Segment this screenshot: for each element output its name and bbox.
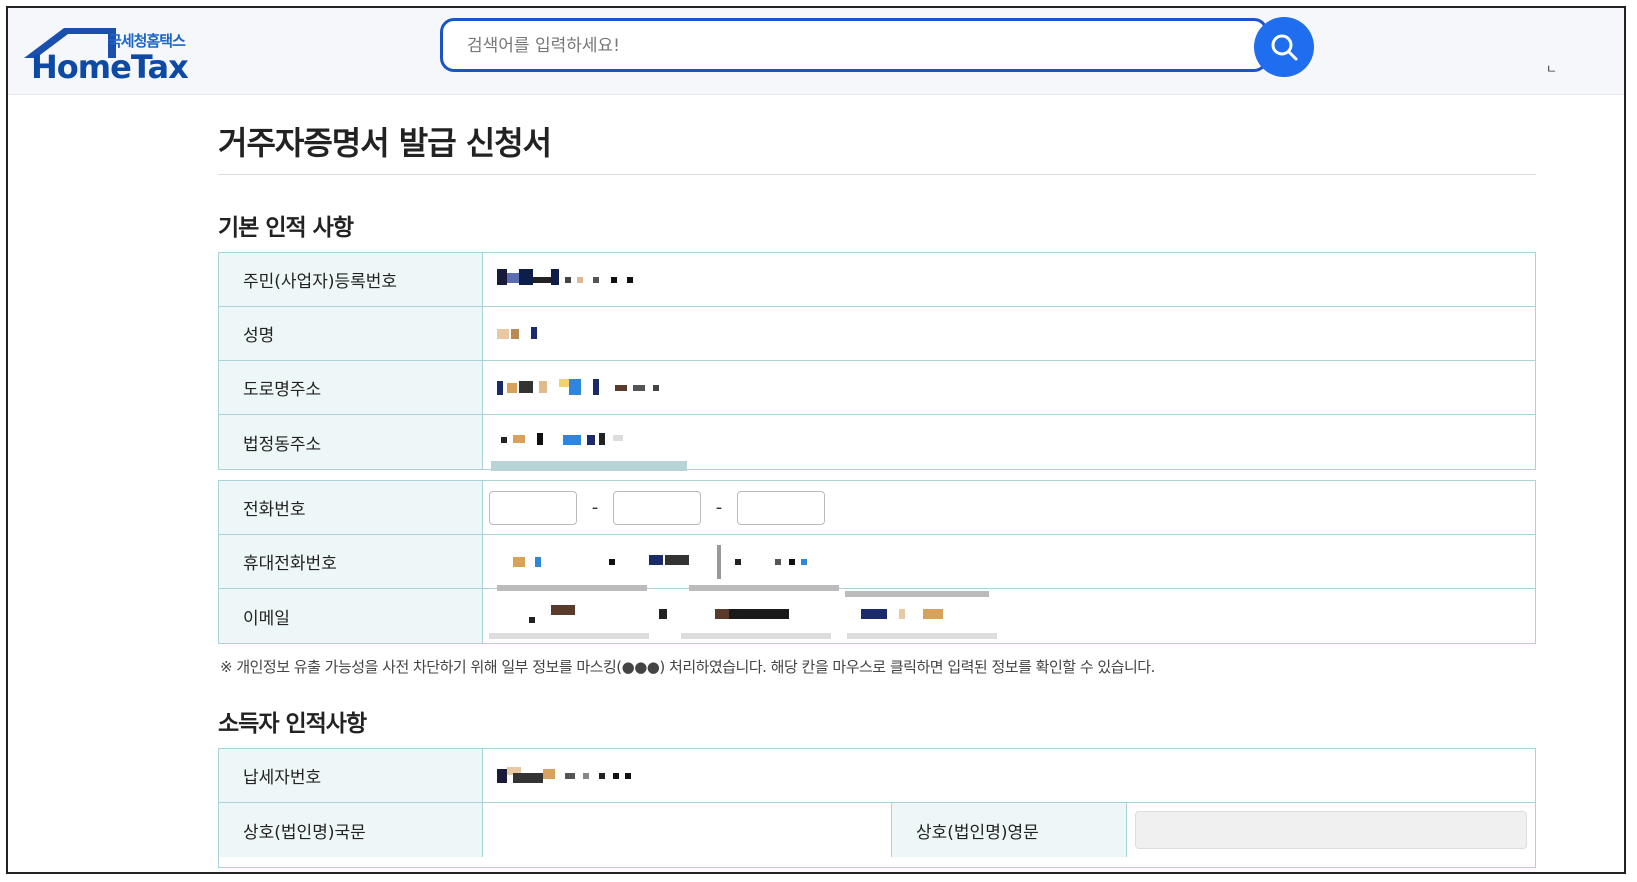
row-label: 도로명주소	[219, 361, 483, 414]
row-label: 이메일	[219, 589, 483, 643]
phone-dash: -	[591, 497, 599, 518]
table-row: 성명	[219, 307, 1535, 361]
table-row: 휴대전화번호	[219, 535, 1535, 591]
logo-hometax-text: HomeTax	[31, 48, 189, 86]
phone-middle-input[interactable]	[613, 490, 701, 525]
table-row: 주민(사업자)등록번호	[219, 253, 1535, 307]
search-box	[440, 18, 1268, 72]
row-label: 상호(법인명)국문	[219, 803, 483, 857]
cut-off-menu-text: ㄴ	[1546, 62, 1558, 76]
phone-area-input[interactable]	[489, 490, 577, 525]
browser-frame: 국세청홈택스 HomeTax ㄴ 거주자증명서 발급 신청서 기본 인적 사항 …	[6, 6, 1626, 874]
income-info-table: 납세자번호 상호(법인명)국문 상호(법인명)영문	[218, 748, 1536, 868]
legal-address-field[interactable]	[483, 415, 1535, 471]
phone-last-input[interactable]	[737, 490, 825, 525]
masked-value	[489, 363, 685, 413]
section-title-basic: 기본 인적 사항	[218, 215, 354, 241]
table-row: 도로명주소	[219, 361, 1535, 415]
hometax-logo[interactable]: 국세청홈택스 HomeTax	[16, 18, 196, 88]
masked-value	[489, 537, 839, 591]
site-header: 국세청홈택스 HomeTax ㄴ	[8, 8, 1624, 95]
masked-value	[489, 417, 687, 471]
masked-value	[489, 751, 685, 801]
phone-field-group: - -	[483, 481, 1535, 534]
row-label: 납세자번호	[219, 749, 483, 802]
email-field[interactable]	[483, 589, 1535, 643]
page-title: 거주자증명서 발급 신청서	[218, 124, 552, 162]
contact-info-table: 전화번호 - - 휴대전화번호 이메일	[218, 480, 1536, 644]
search-input[interactable]	[465, 21, 1229, 71]
basic-info-table: 주민(사업자)등록번호 성명 도로명주소 법정동주소	[218, 252, 1536, 471]
masked-value	[489, 591, 999, 641]
privacy-notice: ※ 개인정보 유출 가능성을 사전 차단하기 위해 일부 정보를 마스킹(●●●…	[220, 658, 1155, 676]
row-label: 상호(법인명)영문	[891, 803, 1127, 857]
table-row: 상호(법인명)국문 상호(법인명)영문	[219, 803, 1535, 857]
company-name-english-input[interactable]	[1135, 811, 1527, 849]
masked-value	[489, 255, 685, 305]
row-label: 전화번호	[219, 481, 483, 534]
title-divider	[218, 174, 1536, 175]
table-row: 납세자번호	[219, 749, 1535, 803]
section-title-income: 소득자 인적사항	[218, 711, 367, 737]
taxpayer-number-field[interactable]	[483, 749, 1535, 802]
table-row: 법정동주소	[219, 415, 1535, 471]
table-row: 전화번호 - -	[219, 481, 1535, 535]
row-label: 성명	[219, 307, 483, 360]
table-row: 이메일	[219, 589, 1535, 643]
resident-number-field[interactable]	[483, 253, 1535, 306]
row-label: 법정동주소	[219, 415, 483, 469]
search-button[interactable]	[1254, 17, 1314, 77]
phone-dash: -	[715, 497, 723, 518]
row-label: 주민(사업자)등록번호	[219, 253, 483, 306]
mobile-field[interactable]	[483, 535, 1535, 591]
search-icon	[1271, 34, 1298, 61]
row-label: 휴대전화번호	[219, 535, 483, 588]
masked-value	[489, 309, 685, 359]
road-address-field[interactable]	[483, 361, 1535, 414]
name-field[interactable]	[483, 307, 1535, 360]
